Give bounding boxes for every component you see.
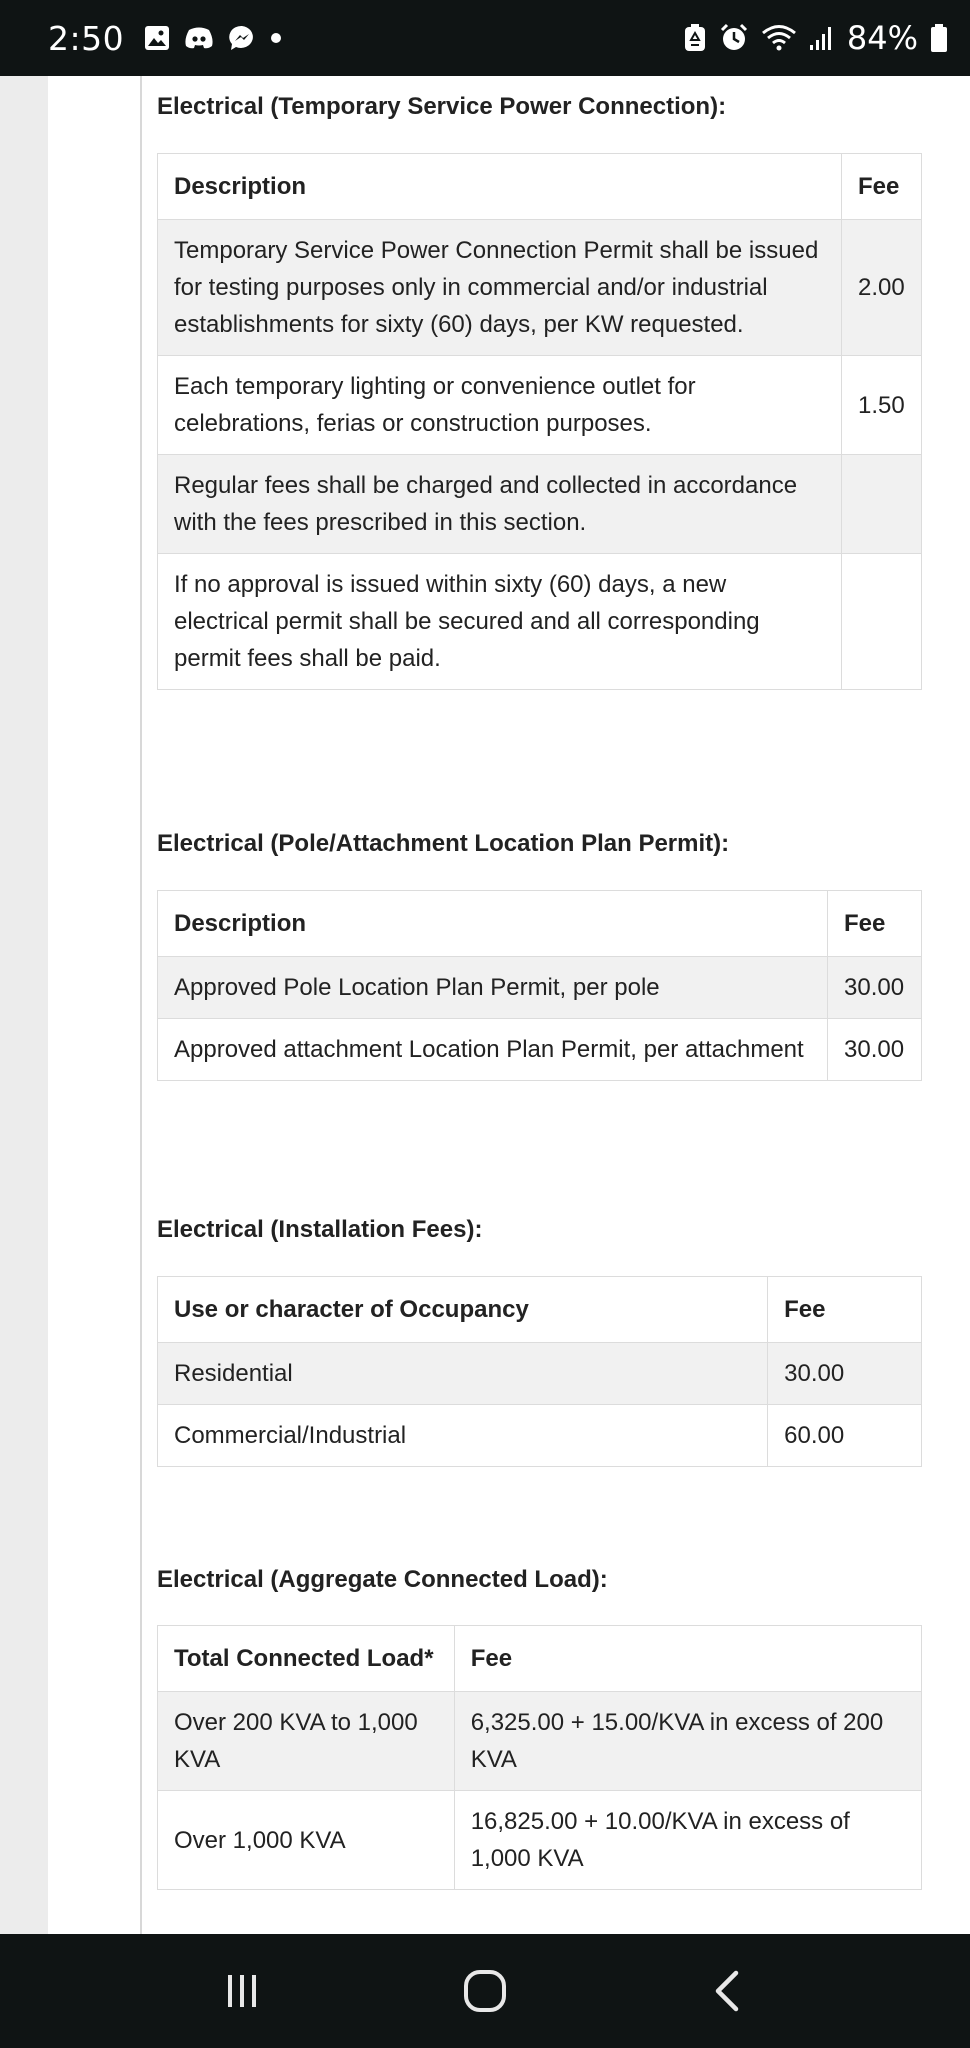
table-temporary-service: Description Fee Temporary Service Power … xyxy=(157,153,922,690)
gallery-icon xyxy=(144,25,170,51)
column-header-fee: Fee xyxy=(827,890,922,957)
row-description: Each temporary lighting or convenience o… xyxy=(157,355,842,455)
row-description: Temporary Service Power Connection Permi… xyxy=(157,219,842,356)
row-load: Over 1,000 KVA xyxy=(157,1790,455,1890)
row-description: Approved attachment Location Plan Permit… xyxy=(157,1018,828,1081)
navigation-bar xyxy=(0,1934,970,2048)
row-fee: 30.00 xyxy=(827,956,922,1019)
home-icon[interactable] xyxy=(445,1951,525,2031)
table-row: Temporary Service Power Connection Permi… xyxy=(157,219,922,356)
status-bar-right: 84% xyxy=(683,19,948,57)
section-title-pole-attachment: Electrical (Pole/Attachment Location Pla… xyxy=(157,830,730,857)
table-row: Each temporary lighting or convenience o… xyxy=(157,355,922,455)
table-header-row: Use or character of Occupancy Fee xyxy=(156,1276,922,1343)
table-row: Over 200 KVA to 1,000 KVA 6,325.00 + 15.… xyxy=(157,1691,923,1791)
row-fee: 1.50 xyxy=(841,355,922,455)
battery-icon xyxy=(930,23,948,53)
content-left-rule xyxy=(140,76,142,1934)
battery-percent: 84% xyxy=(846,19,918,57)
signal-icon xyxy=(809,25,835,51)
alarm-icon xyxy=(719,23,749,53)
column-header-description: Description xyxy=(157,153,842,220)
row-fee: 30.00 xyxy=(827,1018,922,1081)
row-occupancy: Residential xyxy=(156,1342,769,1405)
row-fee: 6,325.00 + 15.00/KVA in excess of 200 KV… xyxy=(453,1691,923,1791)
row-description: Regular fees shall be charged and collec… xyxy=(157,454,842,554)
back-icon[interactable] xyxy=(688,1951,768,2031)
section-title-temporary-service: Electrical (Temporary Service Power Conn… xyxy=(157,93,727,120)
table-header-row: Total Connected Load* Fee xyxy=(157,1625,923,1692)
row-description: If no approval is issued within sixty (6… xyxy=(157,553,842,690)
row-fee: 60.00 xyxy=(767,1404,922,1467)
table-row: Approved Pole Location Plan Permit, per … xyxy=(157,956,922,1019)
row-fee xyxy=(841,454,922,554)
section-title-installation-fees: Electrical (Installation Fees): xyxy=(157,1216,483,1243)
row-load: Over 200 KVA to 1,000 KVA xyxy=(157,1691,455,1791)
page-content[interactable]: Electrical (Temporary Service Power Conn… xyxy=(0,76,970,1934)
row-fee: 2.00 xyxy=(841,219,922,356)
recent-apps-icon[interactable] xyxy=(202,1951,282,2031)
column-header-total-load: Total Connected Load* xyxy=(157,1625,455,1692)
section-title-aggregate-load: Electrical (Aggregate Connected Load): xyxy=(157,1566,608,1593)
left-gutter xyxy=(0,76,48,1934)
table-pole-attachment: Description Fee Approved Pole Location P… xyxy=(157,890,922,1081)
table-row: Regular fees shall be charged and collec… xyxy=(157,454,922,554)
wifi-icon xyxy=(761,24,797,52)
column-header-occupancy: Use or character of Occupancy xyxy=(156,1276,769,1343)
messenger-icon xyxy=(228,24,256,52)
table-installation-fees: Use or character of Occupancy Fee Reside… xyxy=(156,1276,922,1467)
discord-icon xyxy=(184,26,214,50)
table-row: Residential 30.00 xyxy=(156,1342,922,1405)
column-header-fee: Fee xyxy=(453,1625,923,1692)
row-description: Approved Pole Location Plan Permit, per … xyxy=(157,956,828,1019)
row-fee: 30.00 xyxy=(767,1342,922,1405)
row-fee xyxy=(841,553,922,690)
table-header-row: Description Fee xyxy=(157,153,922,220)
row-fee: 16,825.00 + 10.00/KVA in excess of 1,000… xyxy=(453,1790,923,1890)
table-row: Over 1,000 KVA 16,825.00 + 10.00/KVA in … xyxy=(157,1790,923,1890)
table-row: If no approval is issued within sixty (6… xyxy=(157,553,922,690)
battery-saver-icon xyxy=(683,23,707,53)
table-row: Approved attachment Location Plan Permit… xyxy=(157,1018,922,1081)
table-header-row: Description Fee xyxy=(157,890,922,957)
column-header-fee: Fee xyxy=(767,1276,922,1343)
status-bar-left: 2:50 xyxy=(48,19,282,58)
table-row: Commercial/Industrial 60.00 xyxy=(156,1404,922,1467)
status-time: 2:50 xyxy=(48,18,125,58)
column-header-fee: Fee xyxy=(841,153,922,220)
column-header-description: Description xyxy=(157,890,828,957)
table-aggregate-load: Total Connected Load* Fee Over 200 KVA t… xyxy=(157,1625,923,1890)
dot-icon xyxy=(270,32,282,44)
row-occupancy: Commercial/Industrial xyxy=(156,1404,769,1467)
status-bar: 2:50 84% xyxy=(0,0,970,76)
